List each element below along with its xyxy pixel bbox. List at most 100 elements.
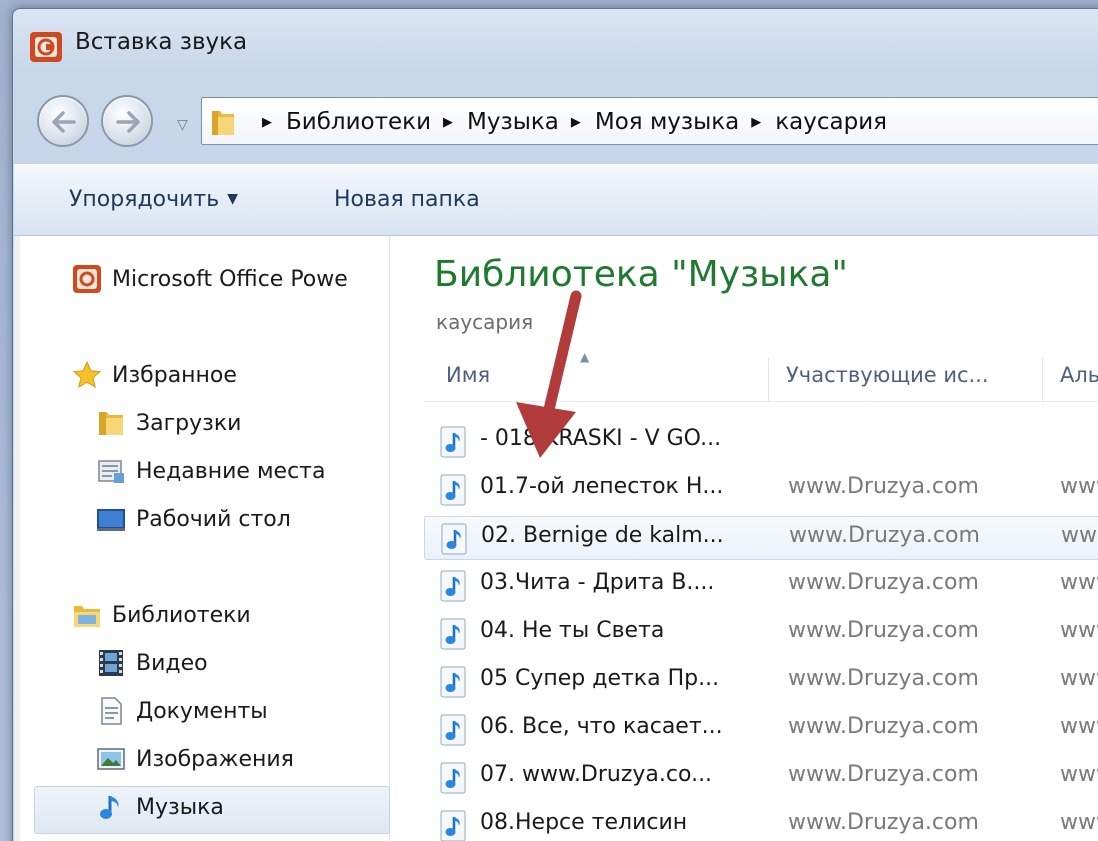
breadcrumb-music[interactable]: Музыка [467,109,559,135]
nav-item-pictures[interactable]: Изображения [96,744,294,774]
audio-file-icon [440,714,466,746]
organize-button[interactable]: Упорядочить ▼ [69,187,238,212]
desktop-icon [97,509,125,531]
file-album: www [1060,618,1098,643]
audio-file-icon [440,810,466,841]
music-note-icon [100,796,119,819]
breadcrumb-kausaria[interactable]: каусария [775,109,887,135]
organize-label: Упорядочить [69,187,220,212]
file-row[interactable]: 07. www.Druzya.co... www.Druzya.com www [424,756,1098,800]
file-artist: www.Druzya.com [788,570,979,595]
file-name: 06. Все, что касает... [480,714,723,739]
file-artist: www.Druzya.com [789,523,980,548]
nav-item-label: Загрузки [136,410,242,436]
address-bar[interactable]: ▶ Библиотеки ▶ Музыка ▶ Моя музыка ▶ кау… [201,97,1098,145]
nav-item-downloads[interactable]: Загрузки [96,408,241,438]
file-artist: www.Druzya.com [788,474,979,499]
file-artist: www.Druzya.com [788,618,979,643]
column-header-album[interactable]: Аль [1060,348,1098,402]
nav-item-label: Библиотеки [112,602,251,628]
nav-item-favorites[interactable]: Избранное [72,360,237,390]
file-name: 07. www.Druzya.co... [480,762,713,787]
library-title: Библиотека "Музыка" [434,254,848,295]
breadcrumb-separator-icon[interactable]: ▶ [571,115,581,130]
file-name: 05 Супер детка Пр... [480,666,720,691]
nav-item-label: Избранное [112,362,237,388]
navigation-pane[interactable]: Microsoft Office Powe Избранное Загрузки [14,236,390,841]
file-row[interactable]: 03.Чита - Дрита В.... www.Druzya.com www [424,564,1098,608]
file-name: 08.Нерсе телисин [480,810,688,835]
file-row[interactable]: 06. Все, что касает... www.Druzya.com ww… [424,708,1098,752]
navigation-scrollbar[interactable] [14,236,20,841]
breadcrumb-libraries[interactable]: Библиотеки [286,109,431,135]
column-header-artists[interactable]: Участвующие ис... [786,348,1036,402]
audio-file-icon [440,426,466,458]
content-area: Microsoft Office Powe Избранное Загрузки [14,236,1098,841]
nav-item-label: Изображения [136,746,294,772]
nav-item-powerpoint[interactable]: Microsoft Office Powe [72,264,348,294]
file-name: 04. Не ты Света [480,618,665,643]
nav-item-documents[interactable]: Документы [96,696,268,726]
powerpoint-app-icon [30,32,62,62]
recent-places-icon [98,460,124,483]
history-dropdown-icon[interactable]: ▽ [177,117,188,133]
new-folder-button[interactable]: Новая папка [334,187,480,212]
nav-item-label: Недавние места [136,458,326,484]
back-arrow-icon [52,111,76,133]
star-icon [72,360,102,389]
file-album: www [1061,523,1098,548]
breadcrumb-separator-icon[interactable]: ▶ [443,115,453,130]
file-artist: www.Druzya.com [788,762,979,787]
nav-item-desktop[interactable]: Рабочий стол [96,504,291,534]
column-divider[interactable] [1042,358,1043,402]
breadcrumb: ▶ Библиотеки ▶ Музыка ▶ Моя музыка ▶ кау… [250,98,887,146]
nav-item-music[interactable]: Музыка [96,792,224,822]
folder-icon [99,412,123,435]
column-header-row: ▲ Имя Участвующие ис... Аль [424,348,1098,402]
nav-item-video[interactable]: Видео [96,648,208,678]
file-artist: www.Druzya.com [788,714,979,739]
audio-file-icon [440,618,466,650]
breadcrumb-separator-icon[interactable]: ▶ [751,115,761,130]
breadcrumb-separator-icon[interactable]: ▶ [262,115,272,130]
nav-item-label: Рабочий стол [136,506,291,532]
powerpoint-icon [73,265,101,293]
file-name: 03.Чита - Дрита В.... [480,570,715,595]
nav-item-libraries[interactable]: Библиотеки [72,600,251,630]
forward-button[interactable] [101,95,153,147]
forward-arrow-icon [116,111,140,133]
file-album: www [1060,762,1098,787]
audio-file-icon [440,474,466,506]
file-list-pane[interactable]: Библиотека "Музыка" каусария ▲ Имя Участ… [392,236,1098,841]
chevron-down-icon: ▼ [227,191,238,207]
film-icon [99,650,123,676]
file-row[interactable]: 04. Не ты Света www.Druzya.com www [424,612,1098,656]
library-subtitle: каусария [436,310,534,334]
libraries-icon [74,606,100,627]
nav-item-label: Документы [136,698,268,724]
breadcrumb-my-music[interactable]: Моя музыка [595,109,739,135]
file-row-selected[interactable]: 02. Bernige de kalm... www.Druzya.com ww… [424,516,1098,560]
nav-item-label: Видео [136,650,208,676]
file-row[interactable]: 05 Супер детка Пр... www.Druzya.com www [424,660,1098,704]
column-header-name[interactable]: Имя [446,348,766,402]
nav-item-recent-places[interactable]: Недавние места [96,456,325,486]
picture-icon [97,748,125,770]
nav-item-label: Microsoft Office Powe [112,266,348,292]
document-icon [101,697,122,725]
file-row[interactable]: 08.Нерсе телисин www.Druzya.com www [424,804,1098,841]
window-title: Вставка звука [75,29,248,55]
file-artist: www.Druzya.com [788,810,979,835]
back-button[interactable] [37,95,89,147]
file-artist: www.Druzya.com [788,666,979,691]
file-name: 01.7-ой лепесток Н... [480,474,724,499]
file-row[interactable]: - 018 KRASKI - V GO... [424,420,1098,464]
file-album: www [1060,570,1098,595]
command-bar: Упорядочить ▼ Новая папка [14,164,1098,236]
audio-file-icon [440,762,466,794]
file-album: www [1060,666,1098,691]
column-divider[interactable] [768,358,769,402]
file-name: 02. Bernige de kalm... [481,523,724,548]
file-row[interactable]: 01.7-ой лепесток Н... www.Druzya.com www [424,468,1098,512]
nav-item-label: Музыка [136,794,224,820]
